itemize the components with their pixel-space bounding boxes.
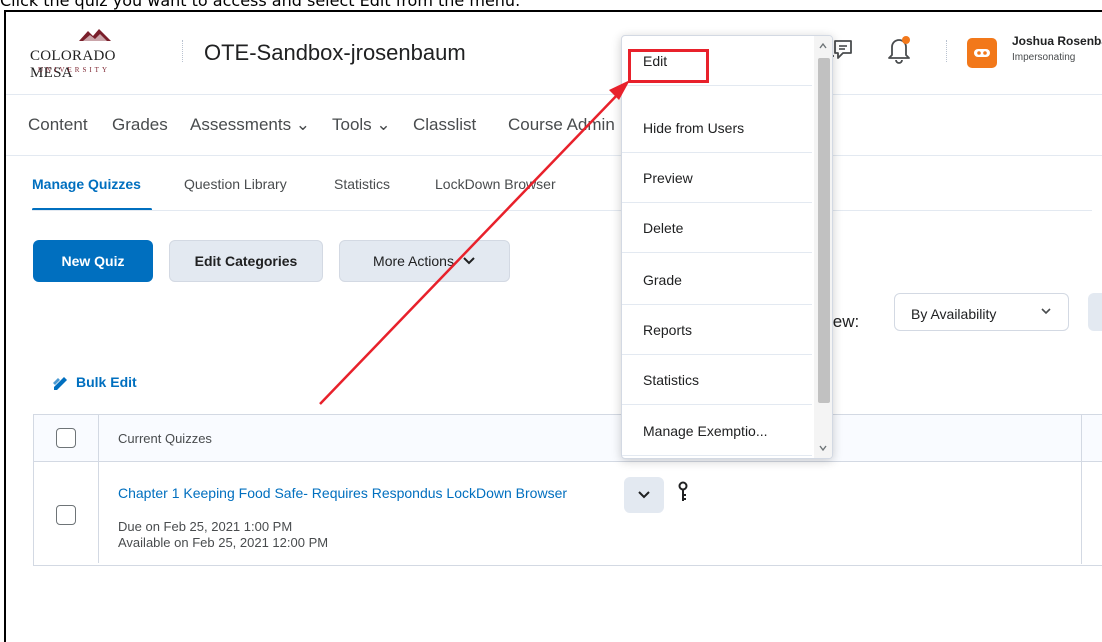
annotation-arrow-icon	[319, 80, 630, 405]
screenshot-frame: COLORADO MESA UNIVERSITY OTE-Sandbox-jro…	[4, 10, 1102, 642]
